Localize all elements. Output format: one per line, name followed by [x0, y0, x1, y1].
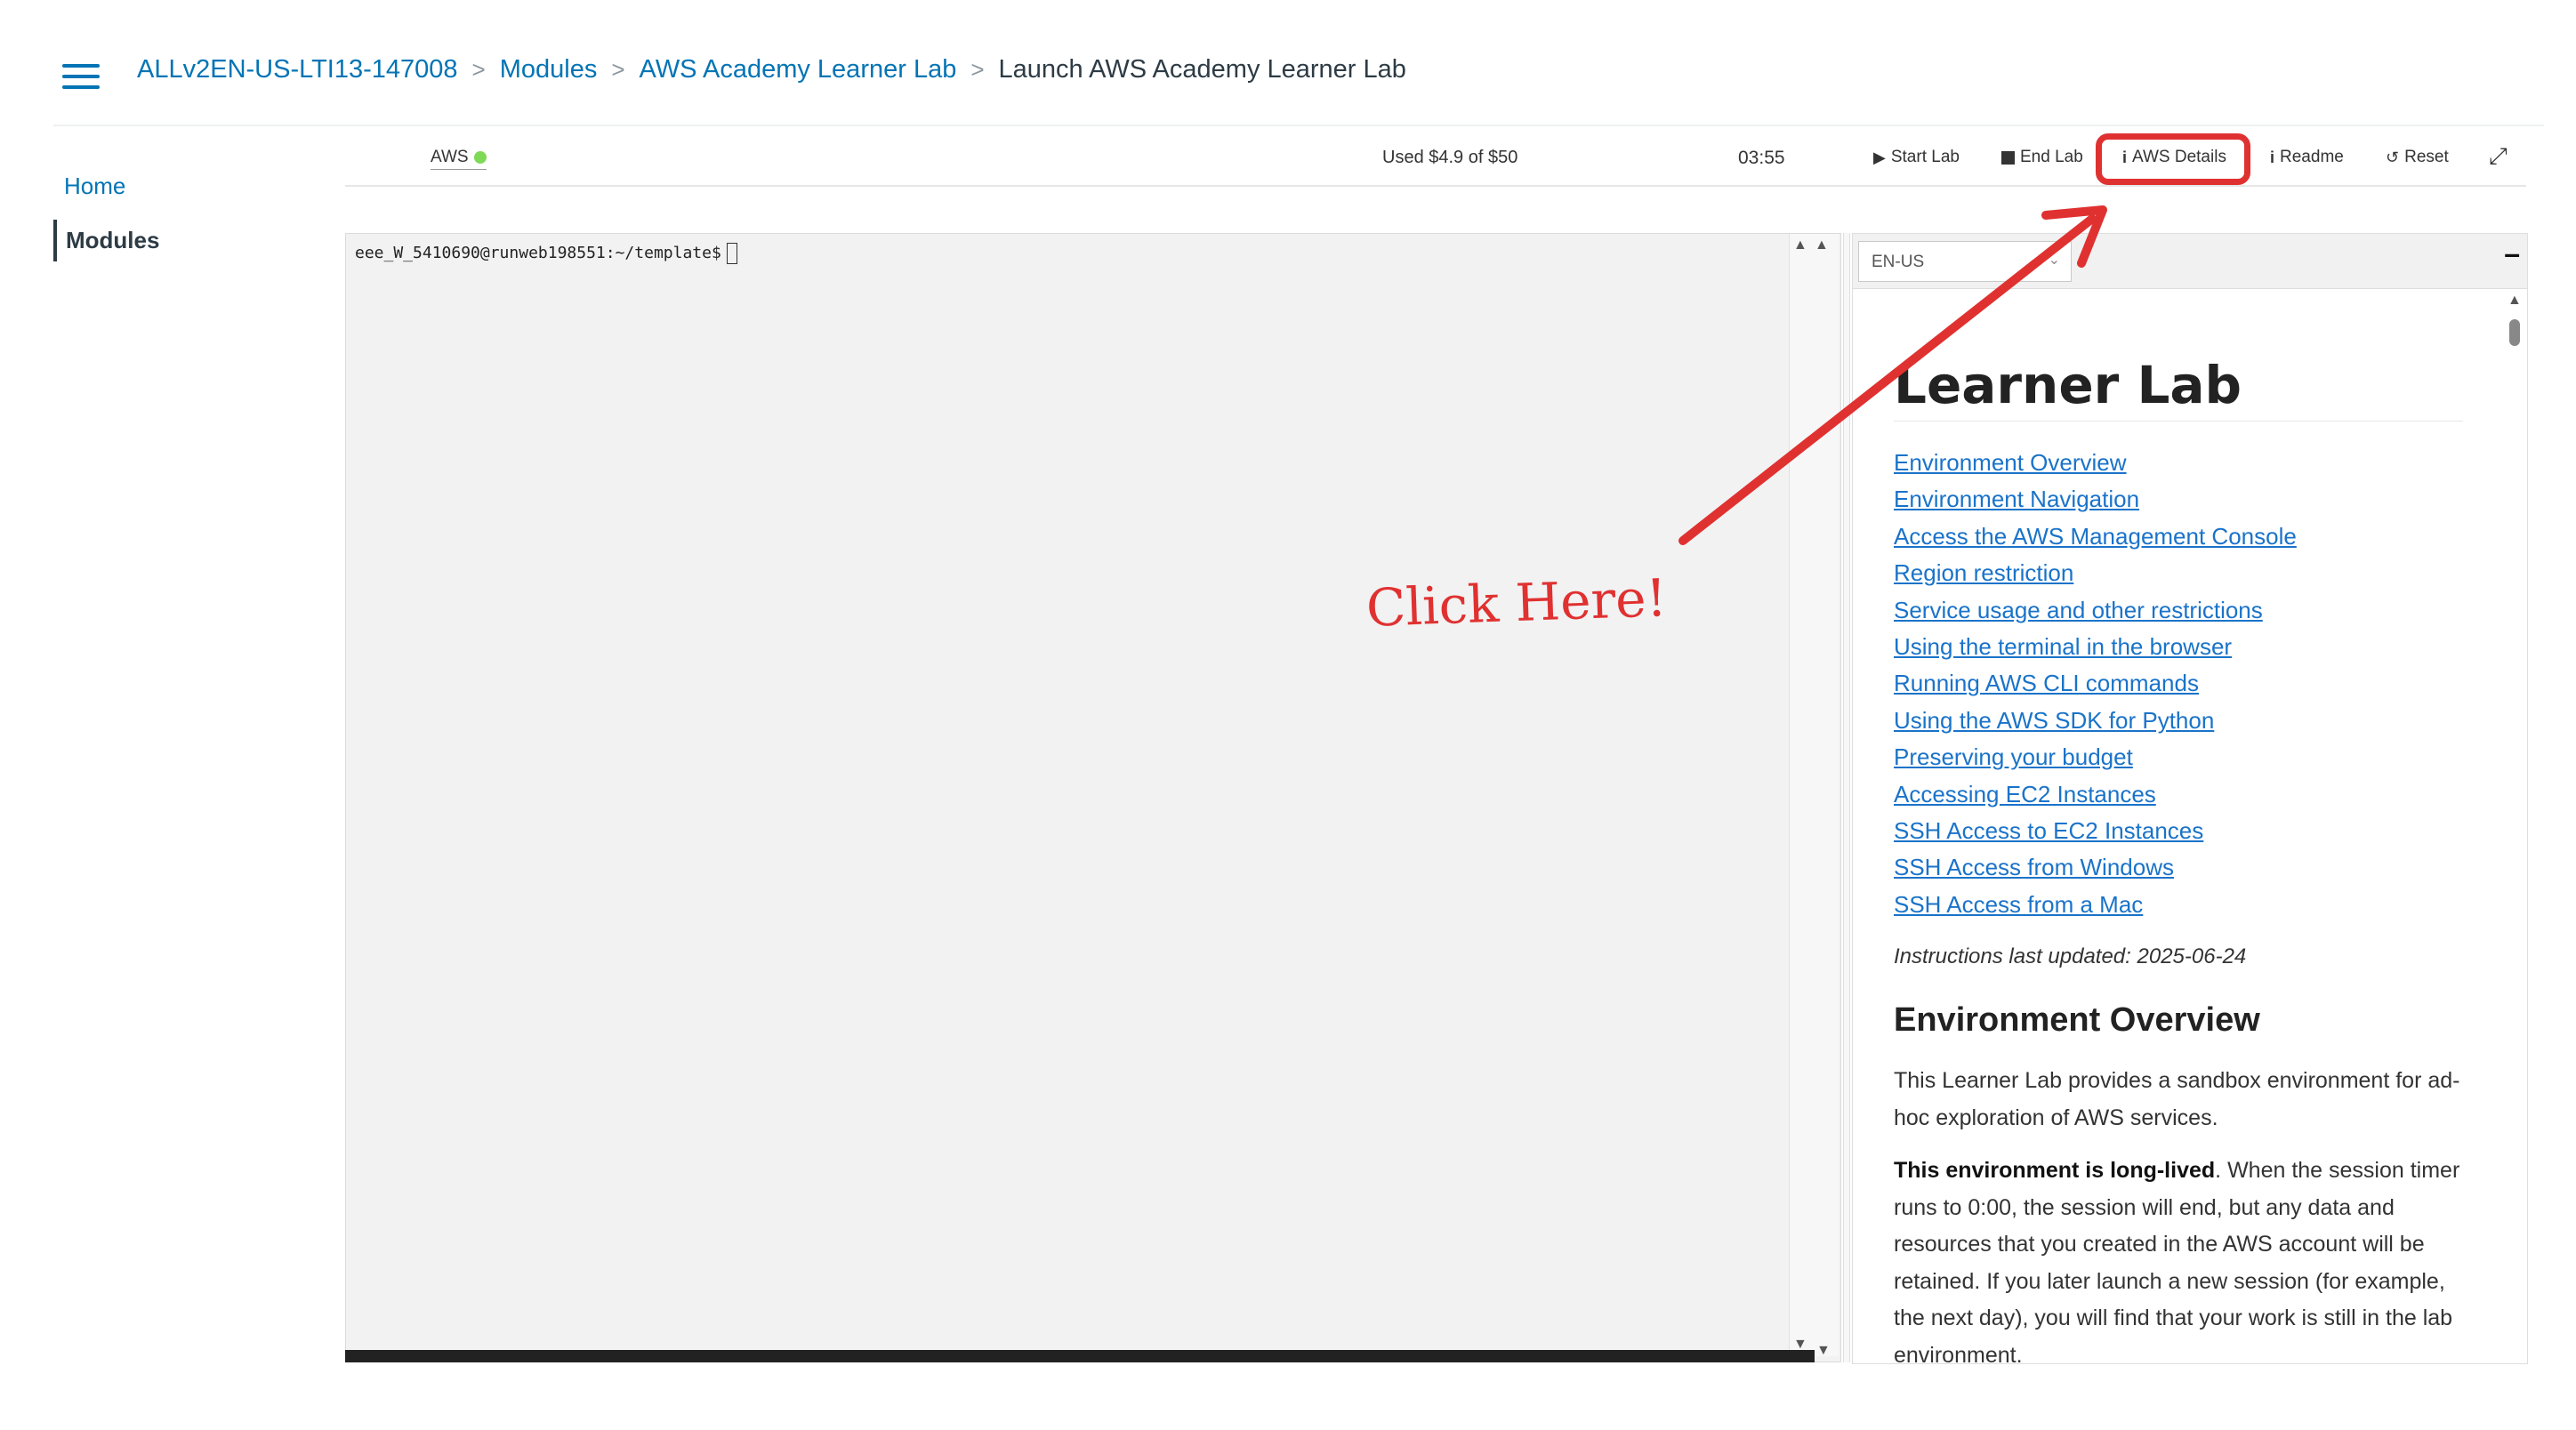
breadcrumb-course-link[interactable]: ALLv2EN-US-LTI13-147008 [137, 55, 458, 84]
readme-button[interactable]: i Readme [2270, 148, 2344, 167]
play-icon: ▶ [1873, 148, 1886, 166]
annotation-highlight-box [2096, 133, 2250, 185]
fullscreen-icon[interactable]: ⤢ [2489, 142, 2508, 171]
language-select-value: EN-US [1872, 253, 1925, 271]
toc-link[interactable]: Accessing EC2 Instances [1894, 776, 2463, 813]
scroll-up-icon[interactable]: ▲ [1815, 237, 1829, 253]
readme-title: Learner Lab [1894, 355, 2463, 422]
end-lab-label: End Lab [2020, 148, 2083, 166]
course-nav-modules[interactable]: Modules [53, 220, 285, 261]
aws-status-label: AWS [431, 148, 469, 166]
breadcrumb-modules-link[interactable]: Modules [500, 55, 598, 84]
section-heading: Environment Overview [1894, 1001, 2260, 1040]
reset-label: Reset [2404, 148, 2449, 166]
readme-paragraph: This Learner Lab provides a sandbox envi… [1894, 1068, 2460, 1130]
chevron-right-icon: > [471, 56, 486, 83]
scrollbar-thumb[interactable] [2509, 319, 2520, 346]
reset-button[interactable]: ↺ Reset [2386, 148, 2449, 167]
toc-link[interactable]: Environment Navigation [1894, 481, 2463, 518]
toc-link[interactable]: Region restriction [1894, 555, 2463, 591]
toc-link[interactable]: Environment Overview [1894, 445, 2463, 481]
toc-link[interactable]: Access the AWS Management Console [1894, 518, 2463, 555]
scroll-down-icon[interactable]: ▼ [1816, 1343, 1831, 1359]
info-icon: i [2270, 148, 2275, 166]
hamburger-menu-icon[interactable] [62, 64, 100, 89]
budget-usage: Used $4.9 of $50 [1382, 148, 1518, 167]
end-lab-button[interactable]: End Lab [2001, 148, 2083, 167]
course-nav-home[interactable]: Home [53, 165, 285, 207]
readme-paragraph-text: . When the session timer runs to 0:00, t… [1894, 1158, 2460, 1364]
toc-link[interactable]: Using the terminal in the browser [1894, 629, 2463, 665]
scroll-up-icon[interactable]: ▲ [1793, 237, 1807, 253]
page-header: ALLv2EN-US-LTI13-147008 > Modules > AWS … [0, 0, 2576, 126]
toc-link[interactable]: SSH Access from a Mac [1894, 887, 2463, 923]
readme-table-of-contents: Environment Overview Environment Navigat… [1894, 445, 2463, 923]
toc-link[interactable]: SSH Access from Windows [1894, 849, 2463, 886]
scroll-up-icon[interactable]: ▲ [2508, 293, 2522, 309]
status-dot-icon [473, 151, 487, 164]
language-select[interactable]: EN-US ⌄ [1858, 241, 2072, 282]
course-navigation: Home Modules [53, 165, 285, 274]
terminal-horizontal-scrollbar[interactable] [345, 1350, 1815, 1362]
readme-scrollbar[interactable]: ▲ [2506, 293, 2524, 1360]
terminal-scrollbar[interactable]: ▲ ▲ ▼ [1789, 234, 1839, 1356]
readme-panel-header: EN-US ⌄ – [1853, 234, 2527, 289]
panel-resize-handle[interactable] [1843, 233, 1850, 1362]
breadcrumb-module-item-link[interactable]: AWS Academy Learner Lab [640, 55, 957, 84]
toc-link[interactable]: Service usage and other restrictions [1894, 592, 2463, 629]
toc-link[interactable]: Preserving your budget [1894, 739, 2463, 775]
header-divider [53, 125, 2544, 126]
readme-content: Learner Lab Environment Overview Environ… [1894, 355, 2463, 1364]
minimize-icon[interactable]: – [2504, 237, 2520, 270]
stop-icon [2001, 150, 2015, 165]
instructions-updated-date: Instructions last updated: 2025-06-24 [1894, 944, 2247, 969]
breadcrumb-current-page: Launch AWS Academy Learner Lab [998, 55, 1406, 84]
terminal-prompt: eee_W_5410690@runweb198551:~/template$ [355, 244, 721, 262]
toc-link[interactable]: Running AWS CLI commands [1894, 665, 2463, 702]
start-lab-button[interactable]: ▶ Start Lab [1873, 148, 1960, 167]
readme-paragraph: This environment is long-lived. When the… [1894, 1153, 2463, 1364]
toc-link[interactable]: Using the AWS SDK for Python [1894, 703, 2463, 739]
toc-link[interactable]: SSH Access to EC2 Instances [1894, 813, 2463, 849]
session-timer: 03:55 [1738, 148, 1785, 168]
annotation-click-here-label: Click Here! [1364, 567, 1668, 639]
breadcrumb: ALLv2EN-US-LTI13-147008 > Modules > AWS … [137, 55, 1406, 84]
chevron-right-icon: > [970, 56, 985, 83]
readme-bold-text: This environment is long-lived [1894, 1158, 2216, 1184]
readme-label: Readme [2280, 148, 2344, 166]
start-lab-label: Start Lab [1890, 148, 1960, 166]
chevron-right-icon: > [611, 56, 625, 83]
reset-icon: ↺ [2386, 148, 2400, 166]
terminal-window[interactable]: eee_W_5410690@runweb198551:~/template$ ▲… [345, 233, 1841, 1362]
terminal-prompt-line: eee_W_5410690@runweb198551:~/template$ [355, 243, 737, 264]
terminal-cursor [726, 243, 737, 264]
aws-status-indicator[interactable]: AWS [431, 148, 487, 170]
readme-panel: EN-US ⌄ – Learner Lab Environment Overvi… [1852, 233, 2528, 1364]
chevron-down-icon: ⌄ [2048, 253, 2060, 268]
